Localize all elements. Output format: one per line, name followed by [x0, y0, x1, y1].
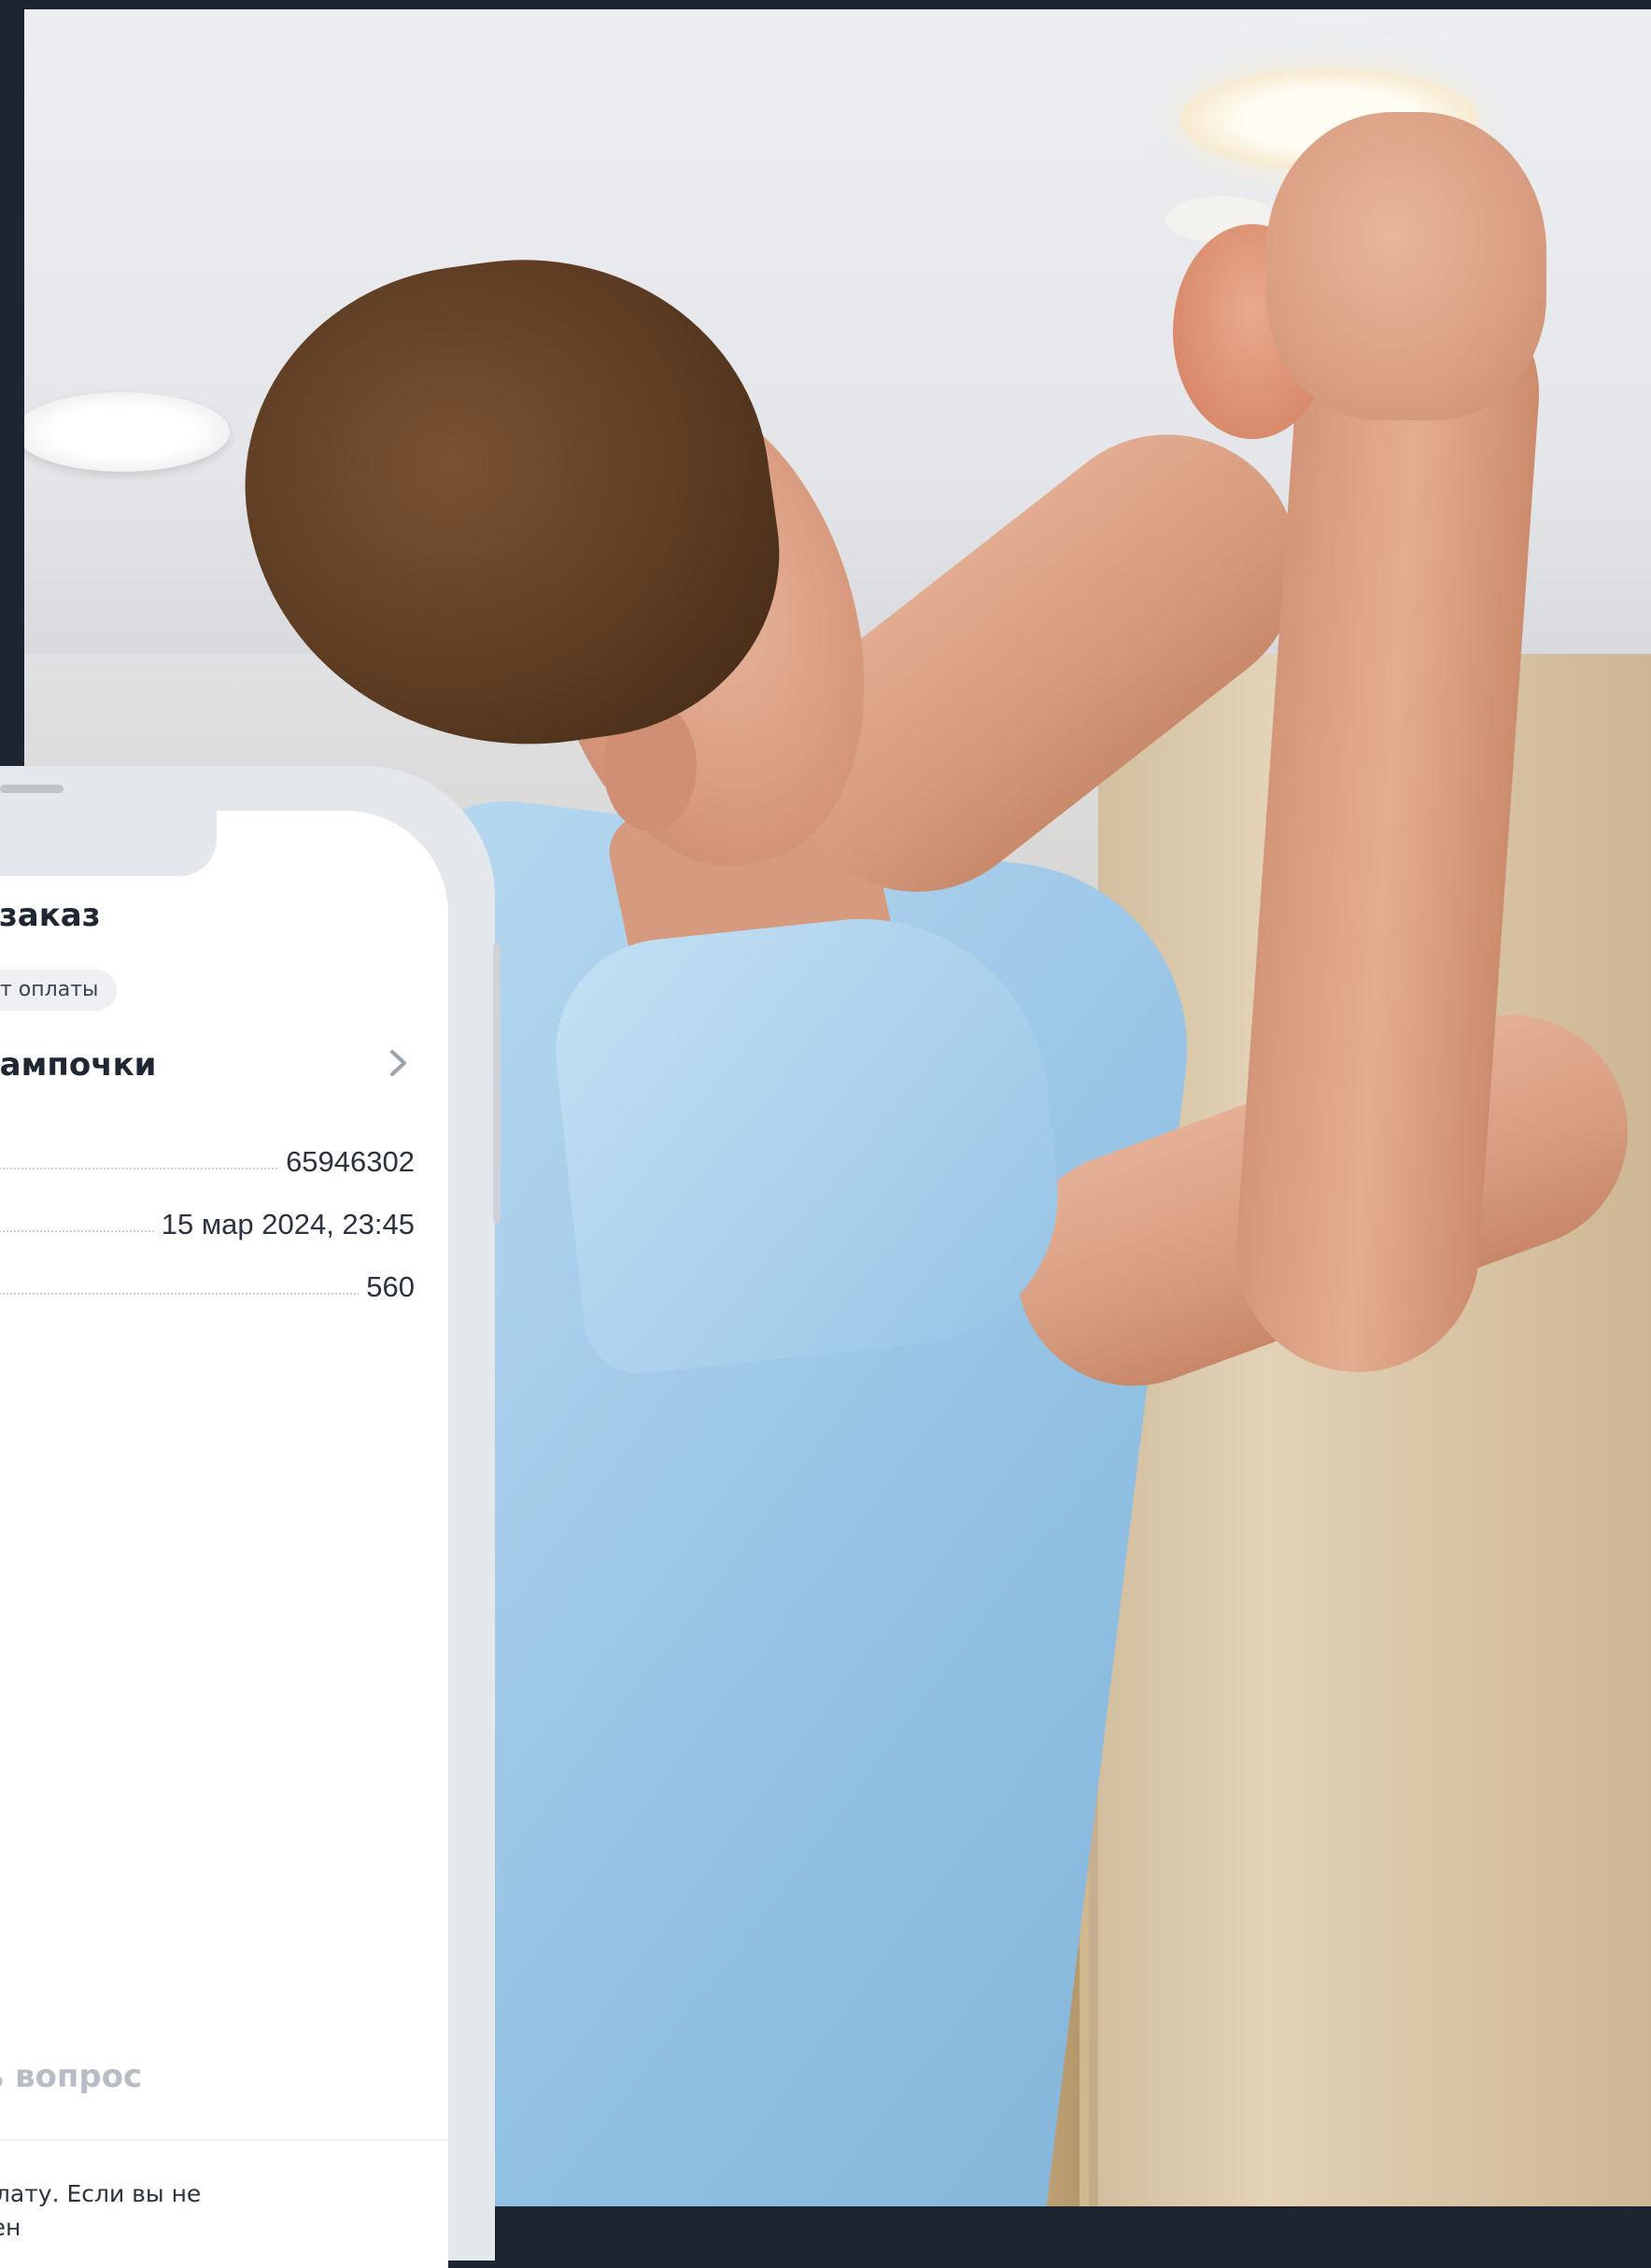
person-hand — [1266, 112, 1546, 420]
payment-notice-line: менен — [0, 2214, 21, 2241]
phone-mockup: ой заказ т оплаты а лампочки 65946302 15… — [0, 766, 501, 2268]
phone-side-button — [493, 943, 501, 1224]
phone-screen: ой заказ т оплаты а лампочки 65946302 15… — [0, 811, 448, 2268]
payment-notice-line: а оплату. Если вы не — [0, 2180, 202, 2207]
order-number-value: 65946302 — [278, 1145, 415, 1179]
phone-notch — [0, 811, 217, 876]
order-name[interactable]: а лампочки — [0, 1046, 157, 1084]
order-date-value: 15 мар 2024, 23:45 — [153, 1208, 415, 1241]
order-number-row: 65946302 — [0, 1141, 415, 1179]
chevron-right-icon-svg — [390, 1050, 406, 1076]
dotted-leader — [0, 1293, 415, 1295]
status-badge: т оплаты — [0, 970, 118, 1011]
order-amount-value: 560 — [359, 1270, 415, 1304]
phone-speaker — [0, 785, 64, 793]
chevron-right-icon[interactable] — [379, 1044, 416, 1082]
ceiling-light — [24, 392, 230, 472]
ask-question-link[interactable]: ать вопрос — [0, 2058, 142, 2095]
order-date-row: 15 мар 2024, 23:45 — [0, 1204, 415, 1241]
order-amount-row: 560 — [0, 1267, 415, 1304]
page-title: ой заказ — [0, 897, 101, 934]
divider — [0, 2139, 448, 2141]
